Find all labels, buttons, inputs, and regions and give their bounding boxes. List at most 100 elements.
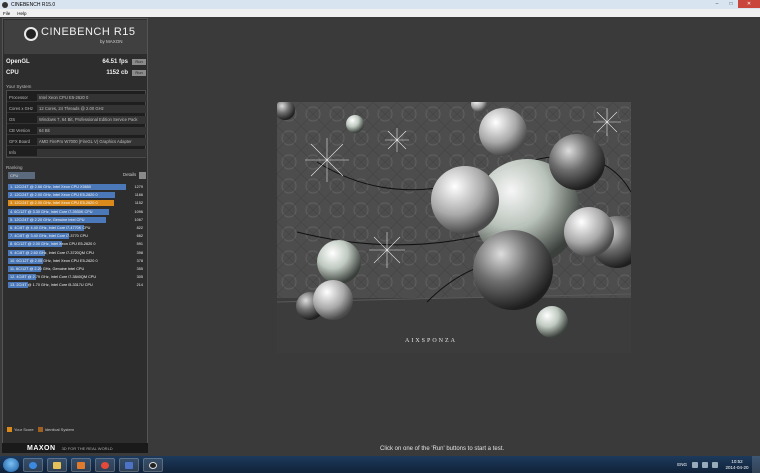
ranking-row-label: 5. 12C/24T @ 2.20 GHz, Genuine Intel CPU	[10, 217, 85, 222]
ranking-legend: Your Score Identical System	[7, 427, 74, 432]
title-bar: CINEBENCH R15.0 – □ ✕	[0, 0, 760, 9]
ranking-row[interactable]: 8. 6C/12T @ 2.00 GHz, Intel Xeon CPU E5-…	[6, 240, 146, 248]
ranking-row-label: 4. 6C/12T @ 3.30 GHz, Intel Core i7-3930…	[10, 209, 93, 214]
menu-file[interactable]: File	[3, 11, 10, 16]
ranking-row-score: 355	[136, 266, 143, 271]
sys-row-cores: Cores x GHz 12 Cores, 24 Threads @ 2.00 …	[7, 104, 147, 113]
identical-label: Identical System	[44, 427, 75, 432]
maxon-tagline: 3D FOR THE REAL WORLD	[61, 445, 113, 451]
tray-flag-icon[interactable]	[692, 461, 698, 468]
cpu-score-row: CPU 1152 cb Run	[6, 68, 146, 77]
sys-row-processor: Processor Intel Xeon CPU E5-2620 0	[7, 93, 147, 102]
media-player-icon	[77, 461, 85, 469]
cpu-value: 1152 cb	[106, 69, 128, 76]
details-label[interactable]: Details	[123, 172, 136, 177]
your-score-swatch	[7, 427, 12, 432]
close-button[interactable]: ✕	[738, 0, 760, 8]
folder-icon	[53, 461, 61, 469]
render-preview: AIXSPONZA	[277, 102, 631, 353]
ranking-row-label: 7. 4C/8T @ 3.40 GHz, Intel Core i7-3770 …	[10, 234, 88, 239]
maximize-button[interactable]: □	[724, 0, 738, 8]
ranking-row-score: 1166	[134, 193, 143, 198]
render-watermark: AIXSPONZA	[405, 338, 457, 344]
system-info-box: Processor Intel Xeon CPU E5-2620 0 Cores…	[6, 90, 147, 158]
ranking-row[interactable]: 13. 2C/4T @ 1.70 GHz, Intel Core i5-3317…	[6, 281, 146, 289]
app-icon-blue	[125, 461, 133, 469]
taskbar-chrome-button[interactable]	[95, 457, 115, 472]
taskbar-explorer-button[interactable]	[47, 457, 67, 472]
ie-icon	[29, 461, 37, 469]
cpu-run-button[interactable]: Run	[132, 69, 146, 76]
status-message: Click on one of the 'Run' buttons to sta…	[380, 446, 505, 452]
ranking-row-score: 662	[136, 234, 143, 239]
minimize-button[interactable]: –	[710, 0, 724, 8]
logo-subtitle: by MAXON	[100, 39, 123, 44]
ranking-row-label: 13. 2C/4T @ 1.70 GHz, Intel Core i5-3317…	[10, 283, 93, 288]
ranking-row-label: 9. 4C/8T @ 2.60 GHz, Intel Core i7-3720Q…	[10, 250, 94, 255]
ranking-row[interactable]: 6. 4C/8T @ 4.40 GHz, Intel Core i7-4770K…	[6, 224, 146, 232]
taskbar-cinebench-button[interactable]	[143, 457, 163, 472]
cpu-label: CPU	[6, 69, 19, 76]
opengl-run-button[interactable]: Run	[132, 58, 146, 65]
app-icon	[2, 1, 8, 8]
ranking-row[interactable]: 2. 12C/24T @ 2.00 GHz, Intel Xeon CPU E5…	[6, 191, 146, 199]
tray-network-icon[interactable]	[702, 461, 708, 468]
ranking-row[interactable]: 10. 6C/12T @ 2.00 GHz, Intel Xeon CPU E5…	[6, 257, 146, 265]
cinebench-logo-icon	[24, 27, 38, 41]
language-indicator[interactable]: ENG	[677, 462, 687, 467]
ranking-row-score: 822	[136, 225, 143, 230]
ranking-controls: CPU Details	[6, 172, 146, 180]
ranking-list: 1. 12C/24T @ 2.66 GHz, Intel Xeon CPU X5…	[6, 183, 146, 289]
sys-row-info: Info	[7, 148, 147, 157]
left-panel: CINEBENCH R15 by MAXON OpenGL 64.51 fps …	[2, 18, 148, 445]
sys-row-cb-version: CB Version 64 Bit	[7, 126, 147, 135]
taskbar-app-button[interactable]	[119, 457, 139, 472]
render-image: AIXSPONZA	[277, 102, 631, 353]
start-button[interactable]	[3, 457, 19, 472]
ranking-row[interactable]: 12. 4C/8T @ 2.79 GHz, Intel Core i7-3840…	[6, 273, 146, 281]
menu-help[interactable]: Help	[17, 11, 26, 16]
ranking-row[interactable]: 5. 12C/24T @ 2.20 GHz, Genuine Intel CPU…	[6, 216, 146, 224]
ranking-row-label: 6. 4C/8T @ 4.40 GHz, Intel Core i7-4770K…	[10, 225, 91, 230]
ranking-row-score: 378	[136, 258, 143, 263]
ranking-row-score: 1096	[134, 209, 143, 214]
your-system-title: Your System	[6, 84, 32, 89]
cinebench-logo: CINEBENCH R15 by MAXON	[4, 20, 147, 54]
opengl-score-row: OpenGL 64.51 fps Run	[6, 57, 146, 66]
ranking-row[interactable]: 3. 12C/24T @ 2.00 GHz, Intel Xeon CPU E5…	[6, 199, 146, 207]
clock[interactable]: 10:52 2014-04-20	[722, 459, 752, 470]
details-arrow-icon[interactable]	[139, 172, 146, 179]
opengl-label: OpenGL	[6, 58, 30, 65]
ranking-row-label: 3. 12C/24T @ 2.00 GHz, Intel Xeon CPU E5…	[10, 201, 98, 206]
taskbar: ENG 10:52 2014-04-20	[0, 456, 760, 473]
ranking-row-label: 8. 6C/12T @ 2.00 GHz, Intel Xeon CPU E5-…	[10, 242, 96, 247]
maxon-logo: MAXON	[27, 444, 56, 452]
identical-swatch	[37, 427, 43, 432]
ranking-select[interactable]: CPU	[8, 172, 35, 179]
show-desktop-button[interactable]	[752, 456, 760, 473]
ranking-row-label: 1. 12C/24T @ 2.66 GHz, Intel Xeon CPU X5…	[10, 185, 92, 189]
taskbar-media-button[interactable]	[71, 457, 91, 472]
ranking-row-score: 1067	[134, 217, 143, 222]
ranking-row-label: 10. 6C/12T @ 2.00 GHz, Intel Xeon CPU E5…	[10, 258, 98, 263]
ranking-row[interactable]: 4. 6C/12T @ 3.30 GHz, Intel Core i7-3930…	[6, 208, 146, 216]
ranking-row-score: 1279	[134, 185, 143, 189]
sys-row-gfx: GFX Board AMD FirePro W7000 (FireGL V) G…	[7, 137, 147, 146]
tray-volume-icon[interactable]	[712, 461, 718, 468]
menu-bar: File Help	[0, 9, 760, 17]
ranking-row[interactable]: 11. 6C/12T @ 2.20 GHz, Genuine Intel CPU…	[6, 265, 146, 273]
ranking-row-score: 305	[136, 275, 143, 280]
ranking-row-score: 591	[136, 242, 143, 247]
ranking-row[interactable]: 9. 4C/8T @ 2.60 GHz, Intel Core i7-3720Q…	[6, 249, 146, 257]
info-field[interactable]	[37, 148, 147, 156]
opengl-value: 64.51 fps	[102, 58, 128, 65]
ranking-row-label: 11. 6C/12T @ 2.20 GHz, Genuine Intel CPU	[10, 266, 85, 271]
system-tray: ENG 10:52 2014-04-20	[677, 456, 760, 473]
ranking-row[interactable]: 1. 12C/24T @ 2.66 GHz, Intel Xeon CPU X5…	[6, 183, 146, 191]
ranking-row-score: 214	[136, 283, 143, 288]
chrome-icon	[101, 461, 109, 469]
sys-row-os: OS Windows 7, 64 Bit, Professional Editi…	[7, 115, 147, 124]
taskbar-ie-button[interactable]	[23, 457, 43, 472]
ranking-row[interactable]: 7. 4C/8T @ 3.40 GHz, Intel Core i7-3770 …	[6, 232, 146, 240]
window-title: CINEBENCH R15.0	[11, 1, 56, 8]
